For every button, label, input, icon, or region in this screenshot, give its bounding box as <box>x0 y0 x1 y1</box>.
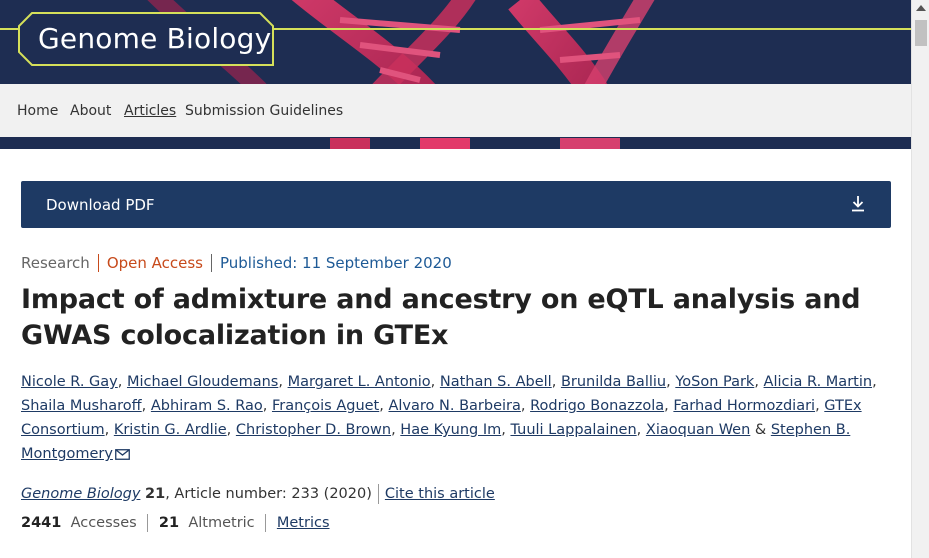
author-link[interactable]: Abhiram S. Rao <box>151 398 263 414</box>
citation-divider <box>377 484 379 504</box>
altmetric-count: 21 <box>158 515 180 531</box>
citation-volume: 21 <box>145 486 166 502</box>
article-type: Research <box>21 254 99 272</box>
author-link[interactable]: Farhad Hormozdiari <box>673 398 815 414</box>
author-link[interactable]: Brunilda Balliu <box>561 374 666 390</box>
author-link[interactable]: Christopher D. Brown <box>236 422 391 438</box>
open-access-badge: Open Access <box>99 254 212 272</box>
metrics-divider <box>265 514 267 532</box>
author-link[interactable]: Michael Gloudemans <box>127 374 278 390</box>
cite-this-article-link[interactable]: Cite this article <box>385 486 495 502</box>
metrics-divider <box>147 514 149 532</box>
citation-journal[interactable]: Genome Biology <box>21 486 140 502</box>
accesses-count: 2441 <box>21 515 62 531</box>
dna-strip-image <box>330 138 620 149</box>
author-link[interactable]: Rodrigo Bonazzola <box>530 398 664 414</box>
main-nav: Home About Articles Submission Guideline… <box>0 84 911 137</box>
download-icon <box>852 196 864 212</box>
author-separator: & <box>754 422 767 438</box>
metrics-link[interactable]: Metrics <box>277 515 330 531</box>
author-link[interactable]: Margaret L. Antonio <box>288 374 431 390</box>
nav-about[interactable]: About <box>70 103 111 119</box>
email-icon[interactable] <box>115 448 130 460</box>
author-link[interactable]: Hae Kyung Im <box>400 422 501 438</box>
article-title: Impact of admixture and ancestry on eQTL… <box>21 284 861 351</box>
citation-article-number: , Article number: 233 (2020) <box>165 486 372 502</box>
nav-submission-guidelines[interactable]: Submission Guidelines <box>185 103 343 119</box>
citation-line: Genome Biology 21, Article number: 233 (… <box>21 484 495 504</box>
page-scrollbar[interactable] <box>911 0 929 558</box>
accesses-label: Accesses <box>70 515 137 531</box>
author-link[interactable]: Shaila Musharoff <box>21 398 142 414</box>
published-date: Published: 11 September 2020 <box>220 254 452 272</box>
author-link[interactable]: Alicia R. Martin <box>764 374 873 390</box>
author-link[interactable]: Nathan S. Abell <box>440 374 552 390</box>
author-link[interactable]: Kristin G. Ardlie <box>114 422 227 438</box>
author-link[interactable]: Alvaro N. Barbeira <box>388 398 520 414</box>
download-pdf-button[interactable]: Download PDF <box>21 181 891 228</box>
header-banner: Genome Biology <box>0 0 911 84</box>
nav-articles[interactable]: Articles <box>124 103 176 119</box>
author-link[interactable]: François Aguet <box>272 398 379 414</box>
scroll-thumb[interactable] <box>915 20 927 46</box>
author-list: Nicole R. Gay, Michael Gloudemans, Marga… <box>21 374 877 462</box>
author-link[interactable]: Nicole R. Gay <box>21 374 118 390</box>
journal-logo[interactable]: Genome Biology <box>38 22 271 55</box>
scroll-up-arrow-icon[interactable] <box>916 5 926 11</box>
author-link[interactable]: Tuuli Lappalainen <box>510 422 636 438</box>
author-link[interactable]: Xiaoquan Wen <box>646 422 750 438</box>
banner-bottom-strip <box>0 137 911 149</box>
nav-home[interactable]: Home <box>17 103 58 119</box>
author-link[interactable]: YoSon Park <box>675 374 754 390</box>
article-meta: Research Open Access Published: 11 Septemb… <box>21 254 452 272</box>
download-pdf-label: Download PDF <box>46 196 155 214</box>
article-metrics: 2441 Accesses 21 Altmetric Metrics <box>21 514 330 532</box>
altmetric-label: Altmetric <box>188 515 255 531</box>
